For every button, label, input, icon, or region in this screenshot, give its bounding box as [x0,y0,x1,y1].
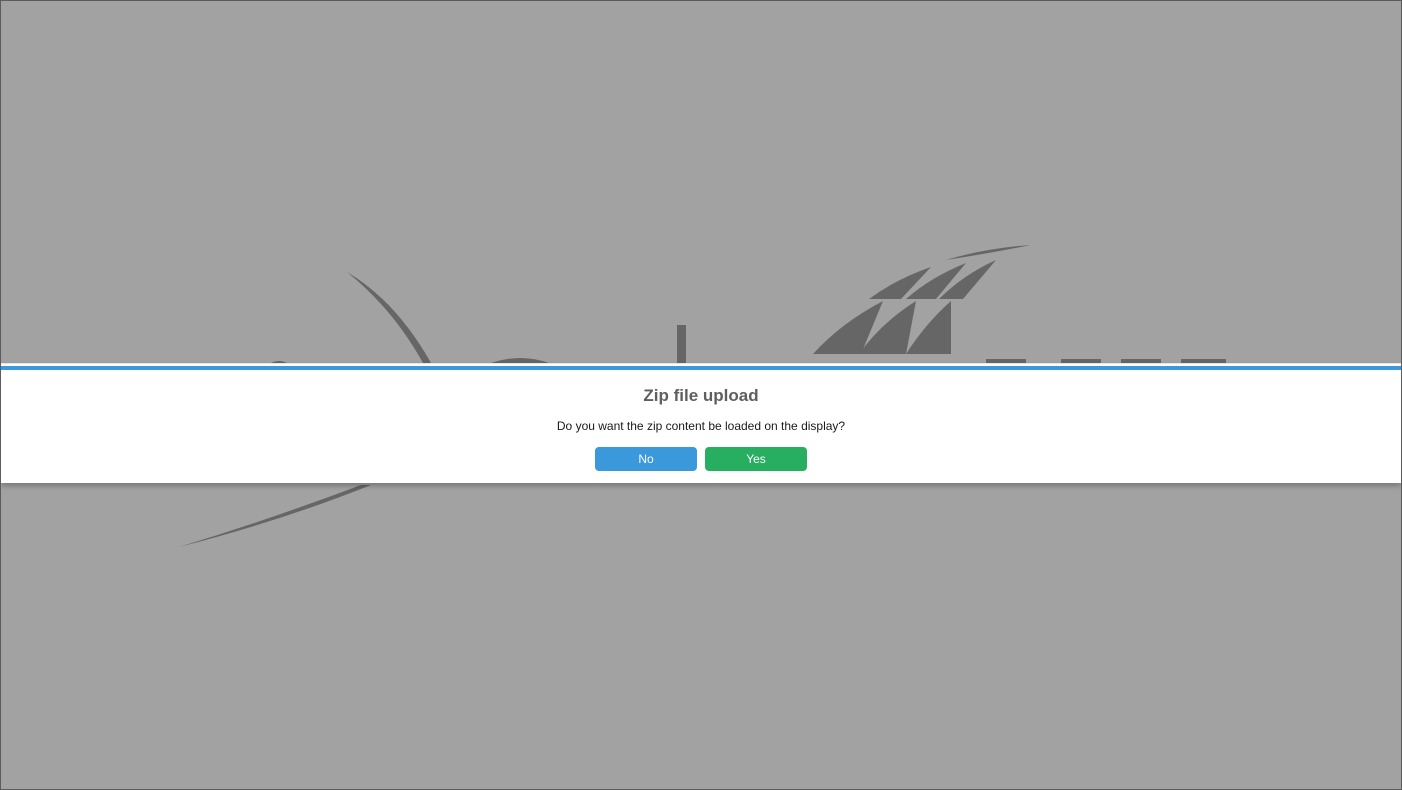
yes-button[interactable]: Yes [705,447,807,471]
zip-upload-dialog: Zip file upload Do you want the zip cont… [1,363,1401,483]
no-button[interactable]: No [595,447,697,471]
dialog-accent-bar [1,366,1401,370]
dialog-button-row: No Yes [1,447,1401,471]
dialog-message: Do you want the zip content be loaded on… [556,419,846,433]
app-window: Zip file upload Do you want the zip cont… [0,0,1402,790]
dialog-title: Zip file upload [643,386,759,405]
